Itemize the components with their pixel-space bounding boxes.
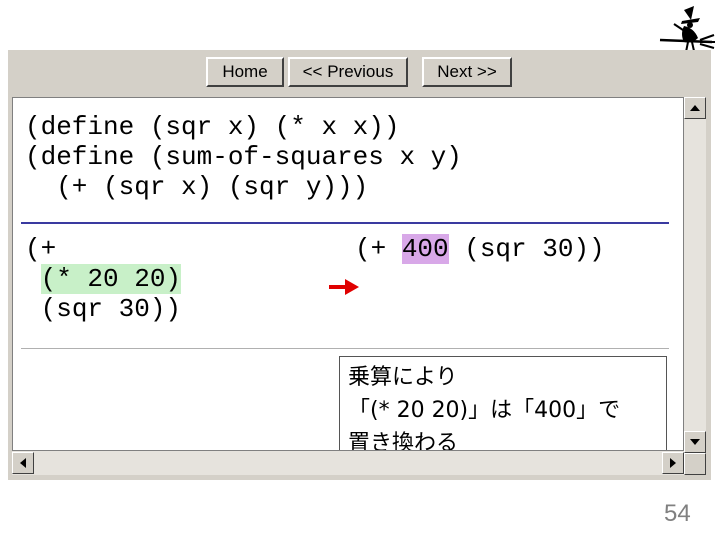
scrollbar-corner [684,453,706,475]
arrow-up-icon [690,105,700,111]
code-expression-after: (+ 400 (sqr 30)) [355,234,605,264]
separator-bottom [21,348,669,349]
horizontal-scrollbar[interactable] [12,451,684,475]
code-plus-open: (+ [25,234,57,264]
navigation-toolbar: Home << Previous Next >> [8,50,711,94]
scroll-right-button[interactable] [662,452,684,474]
highlighted-multiplication: (* 20 20) [40,264,182,294]
code-sqr-30: (sqr 30)) [40,294,182,324]
browser-window: Home << Previous Next >> (define (sqr x)… [8,50,711,480]
arrow-left-icon [20,458,26,468]
explanation-callout: 乗算により 「(* 20 20)」は「400」で 置き換わる [339,356,667,451]
highlighted-result-400: 400 [401,234,449,264]
home-button[interactable]: Home [206,57,284,87]
callout-line-2: 「(* 20 20)」は「400」で [348,398,621,423]
previous-button[interactable]: << Previous [288,57,408,87]
code-sqr-30-after: (sqr 30)) [448,234,605,264]
code-line-body: (+ (sqr x) (sqr y))) [25,172,369,202]
content-pane: (define (sqr x) (* x x)) (define (sum-of… [12,97,684,451]
vertical-scrollbar[interactable] [684,97,706,475]
code-definitions: (define (sqr x) (* x x)) (define (sum-of… [25,112,462,202]
code-plus-prefix: (+ [355,234,402,264]
right-arrow-icon [329,279,359,295]
next-button[interactable]: Next >> [422,57,512,87]
code-line-define-sum-of-squares: (define (sum-of-squares x y) [25,142,462,172]
scroll-left-button[interactable] [12,452,34,474]
callout-line-3: 置き換わる [348,431,459,451]
code-line-define-sqr: (define (sqr x) (* x x)) [25,112,400,142]
page-number: 54 [664,500,691,527]
arrow-right-icon [670,458,676,468]
scroll-up-button[interactable] [684,97,706,119]
code-expression-before: (+ (* 20 20) (sqr 30)) [25,234,182,324]
arrow-down-icon [690,439,700,445]
separator-top [21,222,669,224]
scroll-down-button[interactable] [684,431,706,453]
callout-line-1: 乗算により [348,365,458,390]
